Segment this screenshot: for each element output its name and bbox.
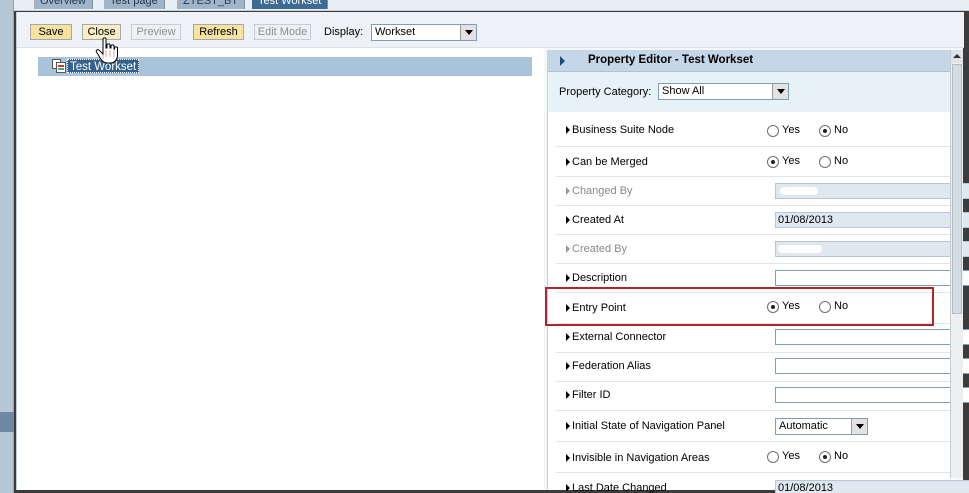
left-strip-band	[0, 412, 14, 432]
display-select-value: Workset	[375, 26, 416, 38]
save-button[interactable]: Save	[30, 24, 72, 40]
chevron-down-icon[interactable]	[851, 419, 867, 434]
created-by-field	[775, 241, 969, 257]
editor-toolbar: Save Close Preview Refresh Edit Mode Dis…	[17, 12, 964, 48]
property-label: Initial State of Navigation Panel	[572, 420, 725, 432]
property-label: Changed By	[572, 185, 633, 197]
initial-state-value: Automatic	[779, 420, 828, 432]
display-label: Display:	[324, 26, 364, 38]
yes-radio[interactable]	[767, 451, 779, 463]
left-navigation-strip	[0, 0, 14, 493]
no-radio[interactable]	[819, 156, 831, 168]
last-date-changed-field: 01/08/2013	[775, 480, 969, 493]
tab-test-page[interactable]: Test page	[104, 0, 165, 9]
external-connector-input[interactable]	[775, 329, 969, 345]
property-label: Business Suite Node	[572, 124, 675, 136]
no-label: No	[834, 450, 849, 462]
expand-triangle-icon[interactable]	[566, 454, 570, 462]
property-category-bar: Property Category: Show All	[548, 72, 958, 112]
property-row-initial-state-navigation-panel: Initial State of Navigation Panel Automa…	[556, 411, 958, 442]
top-tab-strip: Overview Test page ZTEST_BT Test Workset	[14, 0, 969, 11]
property-row-invisible-in-navigation-areas: Invisible in Navigation Areas Yes No	[556, 442, 958, 473]
property-row-changed-by: Changed By	[556, 177, 969, 206]
changed-by-field	[775, 183, 969, 199]
entry-point-highlight-box	[545, 287, 934, 326]
property-label: Created At	[572, 214, 624, 226]
federation-alias-input[interactable]	[775, 358, 969, 374]
property-label: Last Date Changed	[572, 482, 667, 493]
property-category-label: Property Category:	[559, 86, 652, 98]
hand-cursor-icon	[95, 37, 118, 64]
yes-label: Yes	[782, 124, 800, 136]
expand-triangle-icon[interactable]	[566, 422, 570, 430]
tab-ztest[interactable]: ZTEST_BT	[177, 0, 246, 9]
property-category-select[interactable]: Show All	[658, 83, 789, 100]
no-label: No	[834, 124, 849, 136]
scroll-up-icon[interactable]	[951, 50, 963, 63]
workset-icon	[52, 59, 66, 73]
property-row-business-suite-node: Business Suite Node Yes No	[556, 116, 958, 147]
yes-label: Yes	[782, 155, 800, 167]
no-radio[interactable]	[819, 125, 831, 137]
refresh-button[interactable]: Refresh	[193, 24, 244, 40]
property-editor-header[interactable]: Property Editor - Test Workset	[548, 50, 958, 72]
expand-triangle-icon[interactable]	[566, 245, 570, 253]
expand-triangle-icon[interactable]	[566, 274, 570, 282]
yes-radio[interactable]	[767, 125, 779, 137]
filter-id-input[interactable]	[775, 387, 969, 403]
redacted-value	[780, 187, 818, 195]
expand-triangle-icon[interactable]	[566, 484, 570, 492]
workset-tree-panel: Test Workset	[17, 48, 544, 490]
app-frame: Overview Test page ZTEST_BT Test Workset…	[0, 0, 969, 493]
property-label: External Connector	[572, 331, 667, 343]
property-panel-scrollbar[interactable]	[950, 50, 963, 478]
chevron-down-icon[interactable]	[460, 25, 476, 40]
created-at-field: 01/08/2013	[775, 212, 969, 228]
property-row-federation-alias: Federation Alias	[556, 353, 969, 382]
expand-triangle-icon[interactable]	[566, 158, 570, 166]
property-label: Created By	[572, 243, 628, 255]
property-editor-title: Property Editor - Test Workset	[588, 54, 754, 66]
property-row-filter-id: Filter ID	[556, 382, 969, 411]
chevron-down-icon[interactable]	[772, 84, 788, 99]
property-row-created-at: Created At 01/08/2013	[556, 206, 969, 235]
expand-triangle-icon[interactable]	[566, 333, 570, 341]
collapse-triangle-icon[interactable]	[560, 56, 565, 66]
property-row-can-be-merged: Can be Merged Yes No	[556, 147, 958, 177]
property-label: Can be Merged	[572, 156, 648, 168]
expand-triangle-icon[interactable]	[566, 391, 570, 399]
no-radio[interactable]	[819, 451, 831, 463]
initial-state-select[interactable]: Automatic	[775, 418, 868, 435]
tab-overview[interactable]: Overview	[34, 0, 93, 9]
edit-mode-button[interactable]: Edit Mode	[254, 24, 311, 40]
property-row-created-by: Created By	[556, 235, 969, 264]
expand-triangle-icon[interactable]	[566, 126, 570, 134]
expand-triangle-icon[interactable]	[566, 216, 570, 224]
description-input[interactable]	[775, 270, 969, 286]
scrollbar-thumb[interactable]	[952, 64, 962, 314]
property-category-value: Show All	[662, 85, 705, 97]
property-editor-panel: Property Editor - Test Workset Property …	[547, 50, 969, 493]
property-label: Description	[572, 272, 628, 284]
expand-triangle-icon[interactable]	[566, 362, 570, 370]
redacted-value	[778, 245, 822, 253]
property-row-external-connector: External Connector	[556, 324, 969, 353]
yes-radio[interactable]	[767, 156, 779, 168]
property-label: Filter ID	[572, 389, 611, 401]
yes-label: Yes	[782, 450, 800, 462]
display-select[interactable]: Workset	[371, 24, 477, 41]
property-label: Federation Alias	[572, 360, 651, 372]
no-label: No	[834, 155, 849, 167]
expand-triangle-icon[interactable]	[566, 187, 570, 195]
property-row-last-date-changed: Last Date Changed 01/08/2013	[556, 473, 969, 493]
workset-editor: Save Close Preview Refresh Edit Mode Dis…	[16, 12, 969, 493]
property-label: Invisible in Navigation Areas	[572, 452, 710, 464]
preview-button[interactable]: Preview	[131, 24, 181, 40]
tab-test-workset[interactable]: Test Workset	[252, 0, 329, 9]
